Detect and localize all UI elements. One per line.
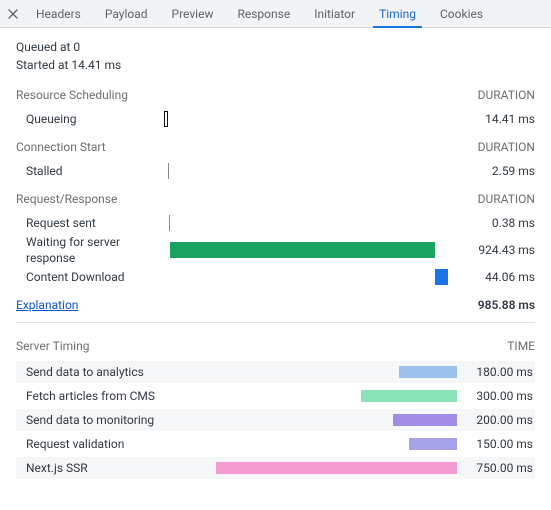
timing-row: Request sent 0.38 ms	[16, 212, 535, 234]
timing-row-label: Request sent	[16, 215, 164, 231]
section-resource-scheduling: Resource Scheduling DURATION Queueing 14.…	[16, 88, 535, 130]
time-label: TIME	[507, 339, 535, 353]
timing-row-value: 14.41 ms	[457, 112, 535, 126]
server-timing-row: Send data to monitoring 200.00 ms	[16, 409, 535, 431]
close-icon[interactable]	[6, 7, 20, 21]
server-timing-label: Send data to analytics	[16, 365, 216, 379]
timing-row-value: 924.43 ms	[457, 243, 535, 257]
server-timing-bar	[361, 390, 457, 402]
server-timing-label: Fetch articles from CMS	[16, 389, 216, 403]
timing-bar	[435, 269, 448, 285]
timing-bar-area	[164, 242, 457, 258]
section-request-response: Request/Response DURATION Request sent 0.…	[16, 192, 535, 288]
timing-bar	[169, 215, 170, 231]
duration-label: DURATION	[478, 88, 535, 102]
timing-row-label: Stalled	[16, 163, 164, 179]
duration-label: DURATION	[478, 140, 535, 154]
duration-label: DURATION	[478, 192, 535, 206]
timing-bar-area	[164, 269, 457, 285]
timing-row-label: Waiting for server response	[16, 234, 164, 266]
tab-headers[interactable]: Headers	[26, 0, 91, 28]
timing-intro: Queued at 0 Started at 14.41 ms	[16, 38, 535, 74]
server-timing-bar-area	[216, 436, 457, 452]
server-timing-bar	[409, 438, 457, 450]
timing-row-value: 44.06 ms	[457, 270, 535, 284]
server-timing-value: 180.00 ms	[457, 365, 535, 379]
server-timing-value: 150.00 ms	[457, 437, 535, 451]
tab-preview[interactable]: Preview	[162, 0, 224, 28]
server-timing-label: Next.js SSR	[16, 461, 216, 475]
server-timing-bar-area	[216, 460, 457, 476]
server-timing-label: Request validation	[16, 437, 216, 451]
timing-bar-area	[164, 215, 457, 231]
server-timing-bar-area	[216, 364, 457, 380]
tab-timing[interactable]: Timing	[369, 0, 426, 28]
server-timing-bar	[399, 366, 457, 378]
tab-cookies[interactable]: Cookies	[430, 0, 493, 28]
tab-response[interactable]: Response	[227, 0, 300, 28]
server-timing-bar-area	[216, 388, 457, 404]
server-timing-row: Next.js SSR 750.00 ms	[16, 457, 535, 479]
timing-row: Queueing 14.41 ms	[16, 108, 535, 130]
timing-bar	[168, 163, 169, 179]
server-timing-row: Fetch articles from CMS 300.00 ms	[16, 385, 535, 407]
timing-row: Content Download 44.06 ms	[16, 266, 535, 288]
tab-bar: HeadersPayloadPreviewResponseInitiatorTi…	[0, 0, 551, 28]
server-timing-label: Send data to monitoring	[16, 413, 216, 427]
tab-payload[interactable]: Payload	[95, 0, 158, 28]
timing-row-value: 2.59 ms	[457, 164, 535, 178]
section-title: Connection Start	[16, 140, 106, 154]
timing-row-value: 0.38 ms	[457, 216, 535, 230]
divider	[16, 322, 535, 323]
timing-bar	[164, 111, 168, 127]
timing-panel: Queued at 0 Started at 14.41 ms Resource…	[0, 28, 551, 497]
server-timing-row: Send data to analytics 180.00 ms	[16, 361, 535, 383]
started-line: Started at 14.41 ms	[16, 56, 535, 74]
explanation-link[interactable]: Explanation	[16, 298, 78, 312]
timing-row-label: Queueing	[16, 111, 164, 127]
section-title: Server Timing	[16, 339, 89, 353]
server-timing-bar	[216, 462, 457, 474]
timing-bar	[170, 242, 435, 258]
section-title: Resource Scheduling	[16, 88, 128, 102]
server-timing-value: 200.00 ms	[457, 413, 535, 427]
tab-initiator[interactable]: Initiator	[304, 0, 365, 28]
server-timing-value: 300.00 ms	[457, 389, 535, 403]
timing-bar-area	[164, 111, 457, 127]
timing-row: Waiting for server response 924.43 ms	[16, 234, 535, 266]
timing-row-label: Content Download	[16, 269, 164, 285]
server-timing-bar	[393, 414, 457, 426]
section-title: Request/Response	[16, 192, 117, 206]
server-timing-bar-area	[216, 412, 457, 428]
total-duration: 985.88 ms	[478, 298, 535, 312]
server-timing-value: 750.00 ms	[457, 461, 535, 475]
timing-bar-area	[164, 163, 457, 179]
section-connection-start: Connection Start DURATION Stalled 2.59 ms	[16, 140, 535, 182]
queued-line: Queued at 0	[16, 38, 535, 56]
server-timing-row: Request validation 150.00 ms	[16, 433, 535, 455]
section-server-timing: Server Timing TIME Send data to analytic…	[16, 339, 535, 479]
timing-row: Stalled 2.59 ms	[16, 160, 535, 182]
